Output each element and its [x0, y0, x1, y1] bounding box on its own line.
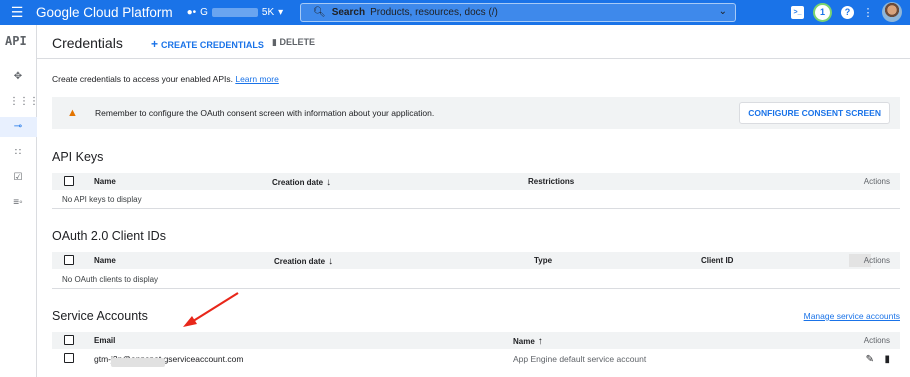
col-type[interactable]: Type [534, 256, 552, 265]
select-all-checkbox[interactable] [64, 176, 74, 186]
oauth-empty: No OAuth clients to display [62, 275, 159, 284]
delete-button[interactable]: ▮ DELETE [272, 37, 315, 48]
api-logo: API [5, 34, 27, 48]
col-client-id[interactable]: Client ID [701, 256, 733, 265]
col-actions: Actions [863, 336, 890, 345]
cloud-shell-icon[interactable]: >_ [791, 5, 804, 19]
col-actions: Actions [863, 177, 890, 186]
api-keys-title: API Keys [52, 150, 104, 164]
library-icon[interactable]: ⋮⋮⋮ [9, 95, 39, 109]
select-all-checkbox[interactable] [64, 335, 74, 345]
manage-service-accounts-link[interactable]: Manage service accounts [804, 311, 900, 321]
intro-text: Create credentials to access your enable… [52, 74, 279, 84]
edit-pencil-icon[interactable]: ✎ [866, 354, 874, 365]
col-name[interactable]: Name [94, 256, 116, 265]
consent-icon[interactable]: ∷ [9, 146, 27, 160]
search-input[interactable]: 🔍︎ Search Products, resources, docs (/) … [300, 3, 736, 22]
row-checkbox[interactable] [64, 353, 74, 363]
select-all-checkbox[interactable] [64, 255, 74, 265]
oauth-table-header: Name Creation date ↓ Type Client ID Actio… [52, 252, 900, 269]
col-name[interactable]: Name [94, 177, 116, 186]
oauth-title: OAuth 2.0 Client IDs [52, 229, 166, 243]
page-title: Credentials [52, 35, 123, 51]
create-credentials-label: CREATE CREDENTIALS [161, 40, 264, 50]
project-selector[interactable]: ●• G 5K ▾ [187, 7, 284, 18]
create-credentials-button[interactable]: + CREATE CREDENTIALS [151, 37, 264, 51]
api-keys-table-header: Name Creation date ↓ Restrictions Actions [52, 173, 900, 190]
brand-title[interactable]: Google Cloud Platform [36, 5, 173, 20]
help-icon[interactable]: ? [841, 5, 854, 19]
service-account-name: App Engine default service account [513, 354, 647, 364]
service-accounts-table-header: Email Name ↑ Actions [52, 332, 900, 349]
project-name-prefix: G [200, 7, 208, 18]
col-actions: Actions [863, 256, 890, 265]
arrow-up-icon: ↑ [537, 336, 543, 347]
settings-icon[interactable]: ≡◦ [9, 196, 27, 210]
col-creation-date[interactable]: Creation date ↓ [274, 256, 333, 267]
page-header: Credentials + CREATE CREDENTIALS ▮ DELETE [37, 25, 910, 59]
top-right-icons: >_ 1 ? ⋮ [791, 2, 902, 22]
col-restrictions[interactable]: Restrictions [528, 177, 574, 186]
service-account-email: gtm-j2n@appspot.gserviceaccount.com [94, 354, 243, 367]
col-name[interactable]: Name ↑ [513, 336, 543, 347]
search-placeholder: Products, resources, docs (/) [370, 7, 498, 18]
project-icon: ●• [186, 7, 197, 18]
col-creation-date-label: Creation date [272, 178, 324, 187]
consent-notice: ▲ Remember to configure the OAuth consen… [52, 97, 900, 129]
divider [52, 288, 900, 289]
configure-consent-screen-button[interactable]: CONFIGURE CONSENT SCREEN [739, 102, 890, 124]
col-creation-date[interactable]: Creation date ↓ [272, 177, 331, 188]
project-name-suffix: 5K [261, 7, 275, 18]
col-creation-date-label: Creation date [274, 257, 326, 266]
warning-icon: ▲ [67, 107, 78, 119]
divider [52, 208, 900, 209]
intro-message: Create credentials to access your enable… [52, 74, 233, 84]
avatar[interactable] [882, 2, 902, 22]
red-arrow-annotation [183, 292, 239, 327]
search-label: Search [331, 7, 366, 18]
chevron-down-icon: ▾ [278, 7, 284, 18]
col-name-label: Name [513, 337, 535, 346]
delete-label: DELETE [279, 37, 315, 47]
notice-message: Remember to configure the OAuth consent … [95, 108, 435, 118]
learn-more-link[interactable]: Learn more [235, 74, 278, 84]
more-vert-icon[interactable]: ⋮ [863, 6, 874, 19]
col-email[interactable]: Email [94, 336, 115, 345]
search-chevron-down-icon[interactable]: ⌄ [719, 6, 727, 17]
trash-icon: ▮ [272, 37, 277, 47]
credentials-key-icon[interactable]: ⊸ [9, 120, 27, 134]
table-row[interactable]: gtm-j2n@appspot.gserviceaccount.com App … [52, 350, 900, 367]
domain-icon[interactable]: ☑ [9, 171, 27, 185]
trash-icon[interactable]: ▮ [884, 354, 890, 365]
service-accounts-title: Service Accounts [52, 309, 148, 323]
redacted-email-part [111, 358, 165, 367]
arrow-down-icon: ↓ [328, 256, 334, 267]
api-keys-empty: No API keys to display [62, 195, 142, 204]
menu-icon[interactable]: ☰ [0, 4, 34, 21]
plus-icon: + [151, 37, 159, 51]
dashboard-icon[interactable]: ✥ [9, 70, 27, 84]
notification-badge[interactable]: 1 [815, 4, 830, 20]
redacted-project-name [211, 8, 258, 17]
email-prefix: gtm- [94, 354, 111, 364]
search-icon: 🔍︎ [313, 7, 326, 18]
arrow-down-icon: ↓ [326, 177, 332, 188]
